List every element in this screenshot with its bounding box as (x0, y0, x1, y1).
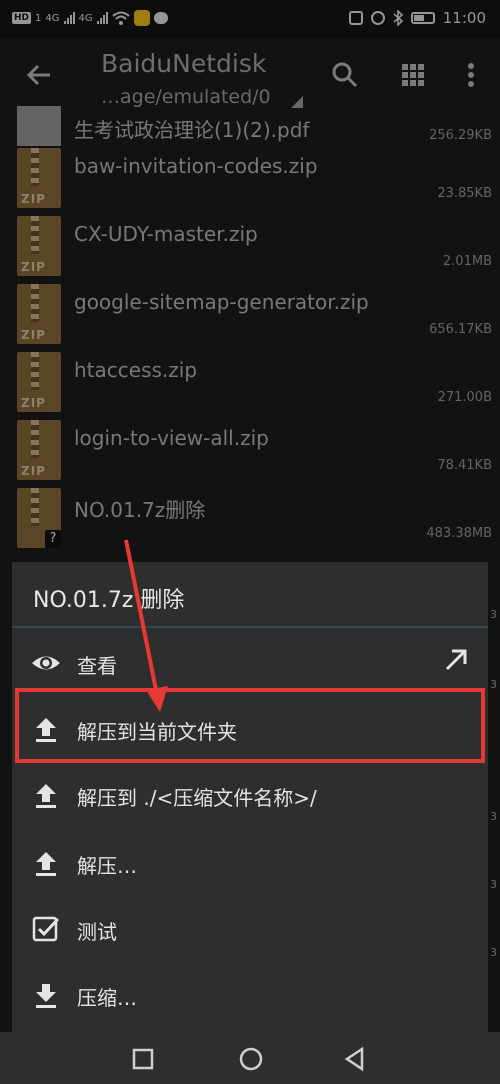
unknown-file-icon: ? (17, 488, 61, 548)
list-item[interactable]: ZIP CX-UDY-master.zip 2.01MB (0, 216, 500, 284)
message-icon (153, 12, 168, 24)
edge-fragment: 3 (490, 878, 497, 891)
edge-fragment: 3 (490, 810, 497, 823)
context-menu-sheet: NO.01.7z 删除 查看 解压到当前文件夹 解压到 ./<压缩文件名称>/ … (12, 562, 488, 1032)
file-size: 271.00B (437, 390, 492, 405)
edge-fragment: 3 (490, 946, 497, 959)
status-left: HD 1 4G 4G (12, 10, 168, 26)
zip-label: ZIP (21, 328, 46, 342)
zip-label: ZIP (21, 192, 46, 206)
zip-file-icon: ZIP (17, 148, 61, 208)
menu-item-extract-to-folder[interactable]: 解压到 ./<压缩文件名称>/ (12, 762, 488, 828)
zip-label: ZIP (21, 464, 46, 478)
edge-fragment: 3 (490, 678, 497, 691)
list-item[interactable]: ZIP baw-invitation-codes.zip 23.85KB (0, 148, 500, 216)
menu-item-label: 查看 (77, 654, 117, 678)
zip-label: ZIP (21, 396, 46, 410)
menu-item-label: 压缩… (77, 986, 137, 1010)
file-size: 256.29KB (429, 128, 492, 143)
menu-item-label: 解压到当前文件夹 (77, 720, 237, 744)
zip-file-icon: ZIP (17, 284, 61, 344)
menu-item-compress[interactable]: 压缩… (12, 962, 488, 1028)
battery-icon (410, 12, 435, 24)
hd-badge: HD (12, 12, 32, 24)
file-name: htaccess.zip (74, 358, 198, 382)
pdf-file-icon (17, 106, 61, 146)
list-item[interactable]: ZIP google-sitemap-generator.zip 656.17K… (0, 284, 500, 352)
file-size: 483.38MB (426, 526, 492, 541)
toolbar-title: BaiduNetdisk (101, 49, 267, 78)
bluetooth-icon (393, 10, 403, 26)
edge-fragment: 3 (490, 608, 497, 621)
list-item[interactable]: ZIP htaccess.zip 271.00B (0, 352, 500, 420)
file-size: 656.17KB (429, 322, 492, 337)
menu-item-label: 解压到 ./<压缩文件名称>/ (77, 786, 317, 810)
upload-icon (36, 718, 56, 742)
notification-app-icon (133, 10, 150, 26)
zip-label: ZIP (21, 260, 46, 274)
menu-item-label: 测试 (77, 920, 117, 944)
search-icon[interactable] (330, 60, 360, 90)
zip-file-icon: ZIP (17, 352, 61, 412)
open-external-icon[interactable] (442, 646, 470, 674)
download-icon (36, 984, 56, 1008)
path-dropdown-icon[interactable] (291, 96, 303, 108)
more-vertical-icon[interactable] (456, 60, 486, 90)
file-name: CX-UDY-master.zip (74, 222, 258, 246)
recent-apps-icon[interactable] (128, 1044, 158, 1074)
system-nav-bar (0, 1032, 500, 1084)
clock: 11:00 (442, 9, 486, 27)
signal-icon (63, 12, 75, 24)
zip-file-icon: ZIP (17, 420, 61, 480)
home-icon[interactable] (236, 1044, 266, 1074)
current-path[interactable]: …age/emulated/0 (101, 86, 271, 108)
nfc-icon (348, 11, 363, 25)
zip-file-icon: ZIP (17, 216, 61, 276)
file-name: google-sitemap-generator.zip (74, 290, 369, 314)
status-right: 11:00 (348, 9, 486, 27)
sheet-title: NO.01.7z 删除 (33, 588, 185, 613)
sheet-divider (12, 626, 488, 628)
file-name: baw-invitation-codes.zip (74, 154, 318, 178)
menu-item-view[interactable]: 查看 (12, 630, 488, 696)
file-name: login-to-view-all.zip (74, 426, 269, 450)
grid-view-icon[interactable] (398, 60, 428, 90)
status-bar: HD 1 4G 4G 11:00 (0, 0, 500, 38)
back-arrow-icon[interactable] (22, 58, 56, 92)
menu-item-test[interactable]: 测试 (12, 896, 488, 962)
alarm-icon (370, 11, 385, 25)
wifi-icon (111, 11, 130, 25)
menu-item-extract-here[interactable]: 解压到当前文件夹 (12, 696, 488, 762)
menu-item-extract[interactable]: 解压… (12, 830, 488, 896)
file-name: 生考试政治理论(1)(2).pdf (74, 118, 310, 142)
checkbox-icon (32, 916, 60, 942)
list-item[interactable]: ? NO.01.7z删除 483.38MB (0, 488, 500, 556)
list-item[interactable]: ZIP login-to-view-all.zip 78.41KB (0, 420, 500, 488)
signal-icon-2 (96, 12, 108, 24)
network-type-1: 4G (45, 12, 60, 24)
file-size: 78.41KB (437, 458, 492, 473)
network-type-2: 4G (78, 12, 93, 24)
back-icon[interactable] (340, 1044, 370, 1074)
question-badge: ? (45, 530, 61, 548)
file-name: NO.01.7z删除 (74, 498, 206, 522)
upload-icon (36, 852, 56, 876)
file-size: 2.01MB (442, 254, 492, 269)
sim-slot: 1 (35, 12, 42, 24)
file-size: 23.85KB (437, 186, 492, 201)
eye-icon (32, 656, 60, 670)
app-toolbar: BaiduNetdisk …age/emulated/0 (0, 38, 500, 118)
upload-icon (36, 784, 56, 808)
menu-item-label: 解压… (77, 854, 137, 878)
